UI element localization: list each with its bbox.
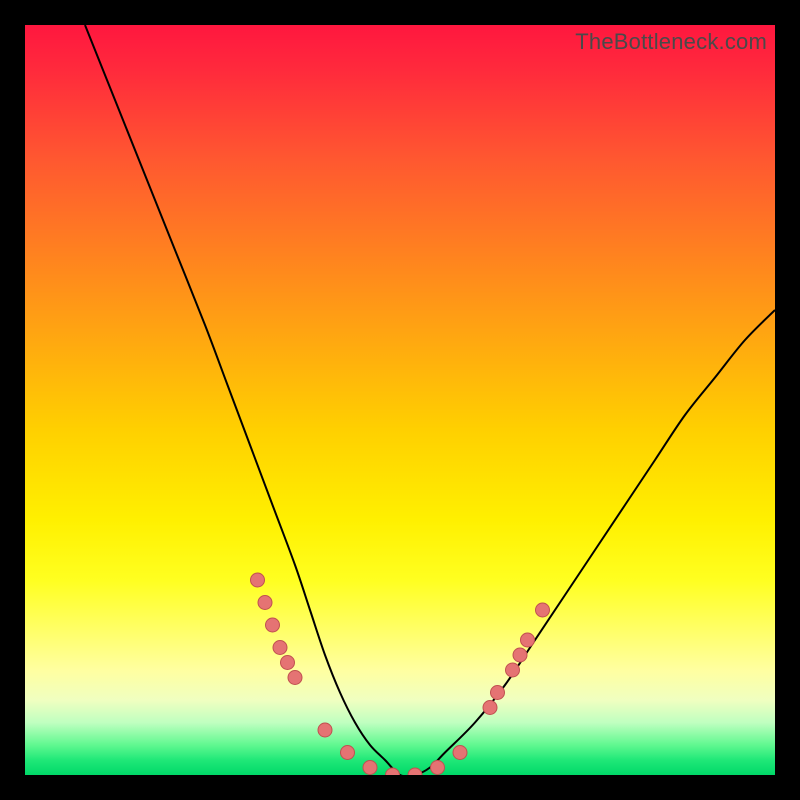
data-marker	[483, 701, 497, 715]
chart-frame: TheBottleneck.com	[25, 25, 775, 775]
data-marker	[521, 633, 535, 647]
data-marker	[251, 573, 265, 587]
data-marker	[386, 768, 400, 775]
data-marker	[363, 761, 377, 775]
data-marker	[536, 603, 550, 617]
data-marker	[431, 761, 445, 775]
bottleneck-plot	[25, 25, 775, 775]
data-marker	[341, 746, 355, 760]
data-marker	[266, 618, 280, 632]
data-marker	[491, 686, 505, 700]
data-marker	[288, 671, 302, 685]
data-marker	[513, 648, 527, 662]
data-marker	[258, 596, 272, 610]
data-marker	[506, 663, 520, 677]
data-marker	[453, 746, 467, 760]
data-marker	[273, 641, 287, 655]
watermark-label: TheBottleneck.com	[575, 29, 767, 55]
data-marker	[281, 656, 295, 670]
data-marker	[408, 768, 422, 775]
bottleneck-curve	[85, 25, 775, 775]
data-marker	[318, 723, 332, 737]
marker-group	[251, 573, 550, 775]
